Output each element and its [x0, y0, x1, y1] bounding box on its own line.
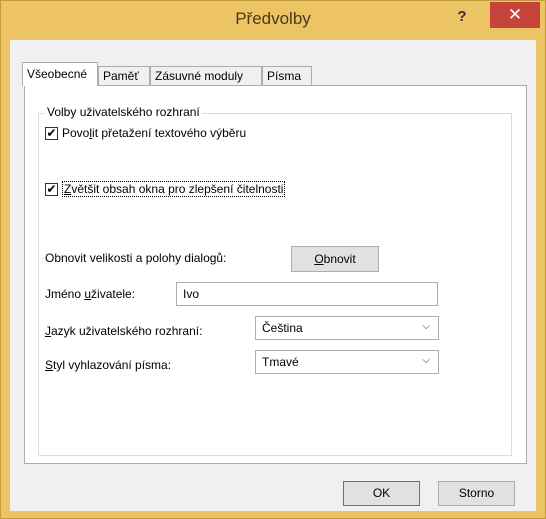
zoom-content-option[interactable]: ✔ Zvětšit obsah okna pro zlepšení čiteln… — [45, 181, 286, 197]
username-input[interactable]: Ivo — [176, 282, 438, 306]
language-value: Čeština — [262, 321, 303, 335]
tab-plugins[interactable]: Zásuvné moduly — [150, 66, 262, 85]
reset-button[interactable]: Obnovit — [291, 246, 379, 272]
dialog-body: Všeobecné Paměť Zásuvné moduly Písma Vol… — [10, 40, 536, 511]
drag-selection-checkbox[interactable]: ✔ — [45, 125, 58, 140]
preferences-window: Předvolby ? ✕ Všeobecné Paměť Zásuvné mo… — [0, 0, 546, 519]
title-bar[interactable]: Předvolby ? ✕ — [1, 1, 545, 39]
zoom-content-label: Zvětšit obsah okna pro zlepšení čitelnos… — [62, 181, 286, 197]
username-label: Jméno uživatele: — [45, 287, 136, 301]
ok-button[interactable]: OK — [343, 481, 420, 506]
zoom-content-checkbox[interactable]: ✔ — [45, 181, 58, 196]
smoothing-value: Tmavé — [262, 355, 299, 369]
check-icon: ✔ — [46, 181, 57, 196]
tab-memory[interactable]: Paměť — [98, 66, 150, 85]
drag-selection-label: Povolit přetažení textového výběru — [62, 126, 247, 140]
chevron-down-icon: ⌵ — [422, 321, 430, 332]
help-button[interactable]: ? — [448, 5, 476, 29]
username-value: Ivo — [183, 287, 200, 301]
tab-general[interactable]: Všeobecné — [22, 62, 98, 86]
chevron-down-icon: ⌵ — [422, 355, 430, 366]
reset-dialogs-label: Obnovit velikosti a polohy dialogů: — [45, 251, 227, 265]
smoothing-label: Styl vyhlazování písma: — [45, 358, 172, 372]
ui-options-group-label: Volby uživatelského rozhraní — [45, 105, 202, 119]
language-select[interactable]: Čeština ⌵ — [255, 316, 439, 340]
drag-selection-option[interactable]: ✔ Povolit přetažení textového výběru — [45, 126, 246, 140]
smoothing-select[interactable]: Tmavé ⌵ — [255, 350, 439, 374]
tab-panel-general: Volby uživatelského rozhraní ✔ Povolit p… — [24, 85, 527, 464]
cancel-button[interactable]: Storno — [438, 481, 515, 506]
check-icon: ✔ — [46, 125, 57, 140]
tab-fonts[interactable]: Písma — [262, 66, 312, 85]
language-label: Jazyk uživatelského rozhraní: — [45, 324, 203, 338]
close-icon: ✕ — [507, 5, 523, 24]
close-button[interactable]: ✕ — [490, 2, 540, 28]
